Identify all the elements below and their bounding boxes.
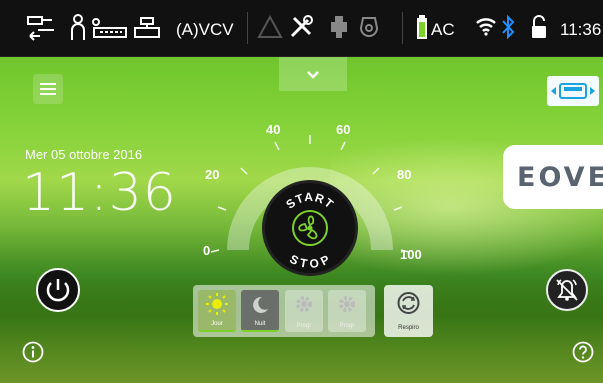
mode-program-1-button[interactable]: Progr bbox=[285, 290, 323, 332]
svg-text:STOP: STOP bbox=[287, 252, 332, 271]
respiro-button[interactable]: Respiro bbox=[384, 285, 433, 337]
alarm-silence-button[interactable] bbox=[545, 268, 589, 317]
accessory-icon[interactable] bbox=[328, 14, 350, 40]
lock-icon[interactable] bbox=[530, 14, 548, 40]
menu-icon-bar bbox=[40, 93, 56, 95]
filter-icon[interactable] bbox=[132, 14, 162, 42]
time-display: 11:36 bbox=[22, 163, 177, 223]
expand-tab[interactable] bbox=[279, 57, 347, 91]
menu-icon bbox=[40, 83, 56, 85]
power-button[interactable] bbox=[36, 268, 80, 312]
logo-text: EOVE bbox=[517, 162, 603, 193]
info-icon bbox=[22, 341, 44, 363]
mode-program-1-label: Progr bbox=[296, 323, 312, 329]
help-button[interactable] bbox=[572, 341, 594, 368]
fan-icon bbox=[292, 210, 328, 246]
battery-icon bbox=[416, 14, 428, 40]
wifi-icon bbox=[475, 16, 497, 36]
question-icon bbox=[572, 341, 594, 363]
gauge-label-0: 0 bbox=[203, 243, 211, 258]
sun-icon bbox=[206, 293, 228, 315]
mask-icon[interactable] bbox=[357, 14, 381, 40]
status-bar: (A)VCV AC 11:36 bbox=[0, 0, 603, 57]
tools-icon[interactable] bbox=[288, 14, 314, 40]
display-icon bbox=[551, 83, 595, 99]
respiro-icon bbox=[397, 292, 420, 314]
start-stop-button[interactable]: START STOP bbox=[262, 180, 358, 276]
separator bbox=[247, 12, 248, 44]
circuit-valve-icon[interactable] bbox=[90, 14, 130, 42]
gauge-label-40: 40 bbox=[266, 122, 281, 137]
gear-icon bbox=[339, 296, 355, 312]
mode-night-label: Nuit bbox=[254, 321, 266, 327]
chevron-down-icon bbox=[307, 71, 319, 79]
gear-icon bbox=[296, 296, 312, 312]
mode-day-label: Jour bbox=[211, 321, 223, 327]
separator bbox=[402, 12, 403, 44]
gauge-label-60: 60 bbox=[336, 122, 351, 137]
menu-icon-bar bbox=[40, 88, 56, 90]
moon-icon bbox=[253, 296, 268, 313]
menu-button[interactable] bbox=[33, 74, 63, 104]
mode-day-button[interactable]: Jour bbox=[198, 290, 236, 332]
screen-mode-button[interactable] bbox=[547, 76, 599, 106]
gauge-label-20: 20 bbox=[205, 167, 220, 182]
svg-text:START: START bbox=[283, 190, 336, 212]
respiro-label: Respiro bbox=[398, 325, 419, 331]
date-label: Mer 05 ottobre 2016 bbox=[25, 147, 143, 162]
mode-program-2-button[interactable]: Progr bbox=[328, 290, 366, 332]
mode-selector: Jour Nuit Progr Progr bbox=[193, 285, 375, 337]
start-label: START bbox=[283, 190, 335, 212]
gauge-label-100: 100 bbox=[400, 247, 422, 262]
patient-circuit-icon[interactable] bbox=[26, 14, 56, 42]
power-source: AC bbox=[431, 20, 455, 39]
mode-program-2-label: Progr bbox=[339, 323, 355, 329]
stop-label: STOP bbox=[287, 252, 331, 271]
status-clock: 11:36 bbox=[560, 20, 602, 39]
gauge-label-80: 80 bbox=[397, 167, 412, 182]
ventilation-mode[interactable]: (A)VCV bbox=[176, 20, 234, 40]
info-button[interactable] bbox=[22, 341, 44, 368]
alarm-triangle-icon[interactable] bbox=[257, 14, 283, 40]
ventilator-screen: (A)VCV AC 11:36 Mer 05 ottobre 2016 11:3… bbox=[0, 0, 603, 383]
power-icon bbox=[46, 279, 70, 302]
patient-icon[interactable] bbox=[70, 14, 86, 42]
mode-night-button[interactable]: Nuit bbox=[241, 290, 279, 332]
bluetooth-icon bbox=[501, 14, 515, 40]
eove-logo: EOVE bbox=[503, 145, 603, 209]
